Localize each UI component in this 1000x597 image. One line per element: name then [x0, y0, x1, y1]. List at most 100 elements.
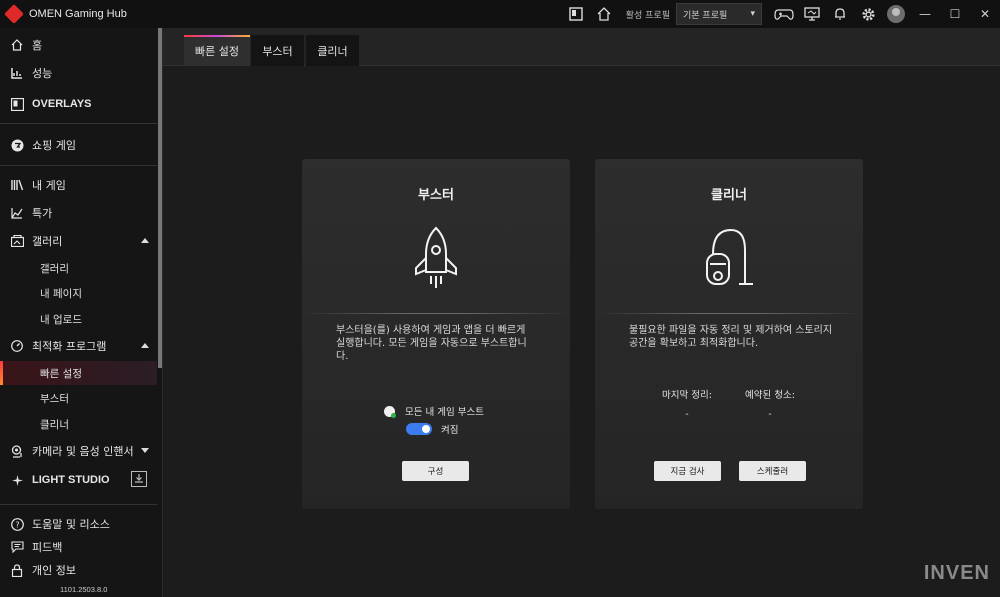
- privacy-icon: [10, 563, 24, 577]
- sidebar-divider: [0, 504, 157, 505]
- boost-all-row: 모든 내 게임 부스트: [384, 404, 484, 418]
- active-profile-label: 활성 프로필: [625, 10, 670, 21]
- sidebar-subitem-my-page[interactable]: 내 페이지: [0, 281, 157, 305]
- last-clean-stat: 마지막 정리: -: [647, 387, 727, 420]
- download-icon[interactable]: [131, 471, 147, 487]
- sidebar-item-help[interactable]: ? 도움말 및 리소스: [0, 512, 157, 536]
- overlays-icon: [10, 97, 24, 111]
- close-button[interactable]: ✕: [970, 0, 1000, 28]
- bell-icon[interactable]: [826, 0, 854, 28]
- system-info-icon[interactable]: [798, 0, 826, 28]
- sidebar-item-label: 개인 정보: [32, 564, 76, 577]
- chevron-down-icon[interactable]: [141, 448, 149, 453]
- boost-all-label: 모든 내 게임 부스트: [405, 407, 484, 418]
- minimize-button[interactable]: —: [910, 0, 940, 28]
- performance-icon: [10, 66, 24, 80]
- sidebar-item-label: 도움말 및 리소스: [32, 518, 110, 531]
- overlay-toggle-icon[interactable]: [562, 0, 590, 28]
- scheduled-clean-label: 예약된 청소:: [745, 390, 795, 401]
- last-clean-value: -: [685, 409, 689, 420]
- version-text: 1101.2503.8.0: [60, 585, 108, 594]
- booster-title: 부스터: [418, 188, 454, 203]
- controller-icon[interactable]: [770, 0, 798, 28]
- sidebar-item-label: 성능: [32, 67, 53, 80]
- optimizer-icon: [10, 339, 24, 353]
- cleaner-card: 클리너 불필요한 파일을 자동 정리 및 제거하여 스토리지 공간을 확보하고 …: [595, 159, 863, 509]
- maximize-button[interactable]: ☐: [940, 0, 970, 28]
- sidebar-divider: [0, 123, 157, 124]
- sidebar-subitem-quick-settings[interactable]: 빠른 설정: [0, 361, 157, 385]
- gear-icon[interactable]: [854, 0, 882, 28]
- profile-select-value: 기본 프로필: [683, 10, 728, 21]
- tab-booster[interactable]: 부스터: [251, 35, 304, 66]
- sidebar-item-label: OVERLAYS: [32, 98, 92, 110]
- avatar: [887, 5, 905, 23]
- booster-description: 부스터을(를) 사용하여 게임과 앱을 더 빠르게 실행합니다. 모든 게임을 …: [336, 325, 527, 362]
- sidebar-item-overlays[interactable]: OVERLAYS: [0, 92, 157, 116]
- light-studio-icon: [10, 473, 24, 487]
- tab-quick-settings[interactable]: 빠른 설정: [184, 35, 250, 66]
- boost-toggle-label: 켜짐: [441, 425, 459, 436]
- sidebar-item-label: 내 게임: [32, 179, 66, 192]
- sidebar-item-feedback[interactable]: 피드백: [0, 535, 157, 559]
- chevron-down-icon: ▾: [750, 9, 755, 19]
- sidebar-scrollbar[interactable]: [158, 28, 162, 368]
- sidebar-item-deals[interactable]: 특가: [0, 201, 157, 225]
- shopping-icon: [10, 138, 24, 152]
- sidebar-item-camera-voice[interactable]: 카메라 및 음성 인핸서: [0, 439, 157, 463]
- sidebar-item-optimizer[interactable]: 최적화 프로그램: [0, 334, 157, 358]
- booster-divider: [302, 313, 570, 314]
- boost-all-toggle[interactable]: [406, 423, 432, 435]
- tab-cleaner[interactable]: 클리너: [306, 35, 359, 66]
- library-icon: [10, 178, 24, 192]
- help-icon: ?: [10, 517, 24, 531]
- sidebar-item-label: 쇼핑 게임: [32, 139, 76, 152]
- tab-bar: 빠른 설정 부스터 클리너: [163, 28, 1000, 66]
- camera-icon: [10, 444, 24, 458]
- cleaner-description: 불필요한 파일을 자동 정리 및 제거하여 스토리지 공간을 확보하고 최적화합…: [629, 325, 833, 349]
- chevron-up-icon[interactable]: [141, 343, 149, 348]
- home-icon: [10, 38, 24, 52]
- sidebar-subitem-cleaner[interactable]: 클리너: [0, 412, 157, 436]
- scheduled-clean-stat: 예약된 청소: -: [730, 387, 810, 420]
- sidebar-divider: [0, 165, 157, 166]
- user-avatar[interactable]: [882, 0, 910, 28]
- sidebar-item-privacy[interactable]: 개인 정보: [0, 558, 157, 582]
- sidebar-item-performance[interactable]: 성능: [0, 61, 157, 85]
- main-content: 빠른 설정 부스터 클리너 부스터 부스터을(를) 사용하여 게임과 앱을 더 …: [163, 28, 1000, 597]
- sidebar-item-gallery[interactable]: 갤러리: [0, 229, 157, 253]
- vacuum-icon: [699, 224, 759, 294]
- deals-icon: [10, 206, 24, 220]
- booster-card: 부스터 부스터을(를) 사용하여 게임과 앱을 더 빠르게 실행합니다. 모든 …: [302, 159, 570, 509]
- configure-button[interactable]: 구성: [402, 461, 469, 481]
- rocket-icon: [406, 224, 466, 294]
- sidebar-subitem-booster[interactable]: 부스터: [0, 386, 157, 410]
- omen-logo-icon: [4, 4, 24, 24]
- sidebar-item-label: 최적화 프로그램: [32, 340, 107, 353]
- sidebar-item-shopping[interactable]: 쇼핑 게임: [0, 133, 157, 157]
- sidebar-item-label: 카메라 및 음성 인핸서: [32, 445, 134, 458]
- sidebar-item-label: 특가: [32, 207, 53, 220]
- profile-select[interactable]: 기본 프로필 ▾: [676, 3, 762, 25]
- gallery-icon: [10, 234, 24, 248]
- sidebar-item-light-studio[interactable]: LIGHT STUDIO: [0, 468, 157, 492]
- scheduled-clean-value: -: [768, 409, 772, 420]
- last-clean-label: 마지막 정리:: [662, 390, 712, 401]
- home-icon[interactable]: [590, 0, 618, 28]
- sidebar-item-label: LIGHT STUDIO: [32, 474, 110, 486]
- svg-text:?: ?: [15, 520, 19, 529]
- boost-toggle-row: 켜짐: [406, 422, 458, 436]
- cleaner-title: 클리너: [711, 188, 747, 203]
- sidebar: 홈 성능 OVERLAYS 쇼핑 게임 내 게임 특가 갤러리 갤러리 내 페이…: [0, 28, 163, 597]
- sidebar-subitem-gallery[interactable]: 갤러리: [0, 256, 157, 280]
- scan-now-button[interactable]: 지금 검사: [654, 461, 721, 481]
- boost-status-icon: [384, 405, 396, 418]
- sidebar-item-home[interactable]: 홈: [0, 33, 157, 57]
- title-bar: OMEN Gaming Hub 활성 프로필 기본 프로필 ▾ — ☐ ✕: [0, 0, 1000, 28]
- sidebar-item-my-games[interactable]: 내 게임: [0, 173, 157, 197]
- sidebar-subitem-my-uploads[interactable]: 내 업로드: [0, 307, 157, 331]
- sidebar-item-label: 피드백: [32, 541, 63, 554]
- cleaner-divider: [595, 313, 863, 314]
- scheduler-button[interactable]: 스케줄러: [739, 461, 806, 481]
- chevron-up-icon[interactable]: [141, 238, 149, 243]
